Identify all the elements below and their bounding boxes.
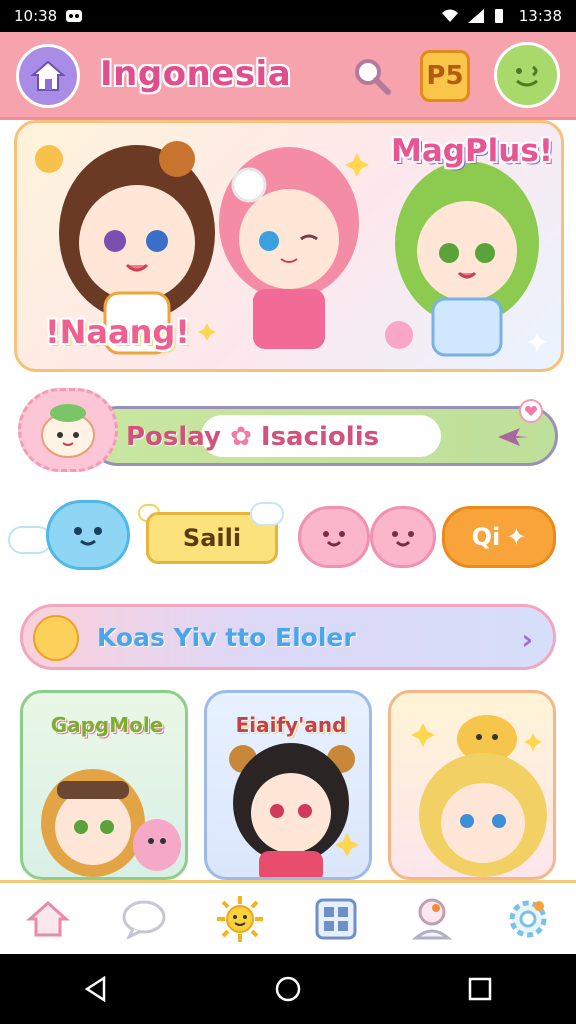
arrow-right-icon[interactable] xyxy=(496,424,530,450)
home-system-button[interactable] xyxy=(258,959,318,1019)
nav-grid[interactable] xyxy=(306,889,366,949)
signal-icon xyxy=(467,8,485,24)
ps-badge-button[interactable]: P5 xyxy=(420,50,470,102)
chat-icon xyxy=(122,900,166,939)
nav-discover[interactable] xyxy=(210,889,270,949)
character-card[interactable]: GapgMole xyxy=(20,690,188,880)
gear-icon xyxy=(509,900,547,937)
back-icon xyxy=(84,976,106,1002)
nav-settings[interactable] xyxy=(498,889,558,949)
nav-chat[interactable] xyxy=(114,889,174,949)
heart-icon xyxy=(519,399,543,423)
character-card[interactable]: Eiaify'and xyxy=(204,690,372,880)
sun-icon xyxy=(217,895,263,942)
notification-icon xyxy=(65,8,83,24)
promo-banner-text: Koas Yiv tto Eloler xyxy=(97,623,356,652)
mascot-icon xyxy=(41,404,95,458)
status-time-right: 13:38 xyxy=(518,7,562,25)
chevron-right-icon: › xyxy=(521,623,533,656)
search-icon xyxy=(355,59,391,95)
feature-pill-text-1: Poslay xyxy=(126,422,221,452)
qi-button[interactable]: Qi ✦ xyxy=(442,506,556,568)
search-button[interactable] xyxy=(350,54,394,98)
back-button[interactable] xyxy=(66,959,126,1019)
nav-home[interactable] xyxy=(18,889,78,949)
app-header: Ingonesia P5 xyxy=(0,32,576,120)
system-navigation-bar xyxy=(0,954,576,1024)
grid-icon xyxy=(315,898,357,939)
wifi-icon xyxy=(441,8,459,24)
pink-cloud-button[interactable] xyxy=(370,506,436,568)
character-illustration xyxy=(229,743,359,877)
feature-pill-text: Poslay ✿ Isaciolis xyxy=(126,422,379,452)
nav-profile[interactable] xyxy=(402,889,462,949)
character-illustration xyxy=(41,769,181,877)
hero-tag-right: MagPlus! xyxy=(391,133,553,169)
hero-tag-left: !Naang! xyxy=(45,313,190,351)
battery-icon xyxy=(493,8,511,24)
status-bar: 10:38 13:38 xyxy=(0,0,576,32)
sparkle-icon: ✦ xyxy=(506,523,527,551)
profile-icon xyxy=(412,898,452,939)
qi-button-label: Qi xyxy=(471,523,501,551)
status-time-left: 10:38 xyxy=(14,7,58,25)
cloud-face-icon xyxy=(74,527,102,546)
home-icon xyxy=(26,900,70,936)
mascot-badge xyxy=(18,388,118,472)
emoji-face-icon xyxy=(33,615,79,661)
cloud-face-icon xyxy=(323,531,345,547)
cloud-face-icon xyxy=(392,531,414,547)
square-recents-icon xyxy=(468,977,492,1001)
profile-face-button[interactable] xyxy=(494,42,560,108)
action-row: Saili Qi ✦ xyxy=(0,496,576,580)
feature-pill-text-2: Isaciolis xyxy=(260,422,380,452)
bottom-navigation xyxy=(0,880,576,954)
hero-banner[interactable]: !Naang! MagPlus! xyxy=(14,120,564,372)
pink-cloud-button[interactable] xyxy=(298,506,370,568)
home-icon xyxy=(30,60,66,91)
promo-banner[interactable]: Koas Yiv tto Eloler › xyxy=(20,604,556,670)
blue-cloud-button[interactable] xyxy=(46,500,130,570)
home-button[interactable] xyxy=(16,44,80,108)
character-illustration xyxy=(411,715,547,877)
flower-icon: ✿ xyxy=(230,422,261,452)
circle-home-icon xyxy=(275,976,301,1002)
app-title: Ingonesia xyxy=(100,54,292,94)
recents-button[interactable] xyxy=(450,959,510,1019)
smiley-icon xyxy=(516,65,538,87)
ps-badge-icon: P5 xyxy=(426,61,464,91)
character-card[interactable] xyxy=(388,690,556,880)
cloud-decoration xyxy=(250,502,284,526)
feature-pill-row[interactable]: Poslay ✿ Isaciolis xyxy=(18,388,558,474)
